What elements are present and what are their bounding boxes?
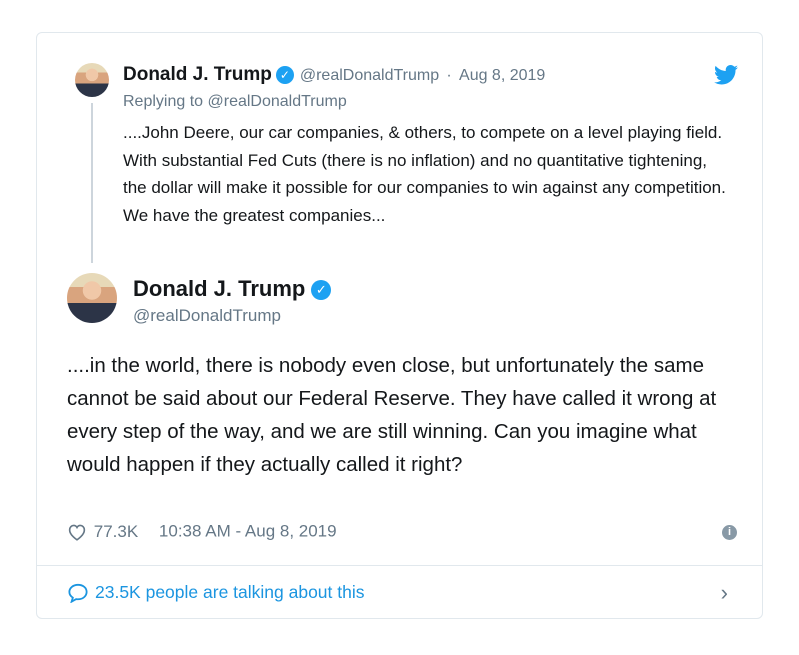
conversation-link[interactable]: 23.5K people are talking about this › [37, 566, 762, 619]
heart-icon[interactable] [67, 523, 87, 541]
verified-badge-icon: ✓ [311, 280, 332, 301]
speech-bubble-icon [68, 583, 88, 603]
talking-count[interactable]: 23.5K people are talking about this [95, 582, 365, 603]
tweet-text: ....in the world, there is nobody even c… [67, 354, 717, 476]
header-separator: · [446, 67, 452, 84]
tweet-meta: 77.3K 10:38 AM - Aug 8, 2019 i [67, 521, 737, 545]
quoted-author-name[interactable]: Donald J. Trump [123, 64, 272, 85]
tweet-timestamp[interactable]: 10:38 AM - Aug 8, 2019 [159, 522, 337, 541]
verified-badge-icon: ✓ [275, 65, 294, 84]
author-avatar[interactable] [67, 273, 117, 323]
tweet-embed-card: Donald J. Trump ✓ @realDonaldTrump · Aug 8… [36, 32, 763, 619]
author-handle[interactable]: @realDonaldTrump [133, 306, 281, 326]
quoted-date[interactable]: Aug 8, 2019 [459, 67, 545, 84]
quoted-handle[interactable]: @realDonaldTrump [300, 67, 439, 84]
chevron-right-icon[interactable]: › [721, 580, 728, 606]
info-icon[interactable]: i [722, 525, 737, 540]
quoted-tweet-text: ....John Deere, our car companies, & oth… [123, 123, 726, 225]
quoted-avatar[interactable] [75, 63, 109, 97]
twitter-bird-icon[interactable] [714, 65, 738, 85]
author-header: Donald J. Trump ✓ [133, 276, 332, 302]
author-name[interactable]: Donald J. Trump [133, 276, 305, 301]
thread-line [91, 103, 93, 263]
replying-to[interactable]: Replying to @realDonaldTrump [123, 93, 347, 111]
quoted-header: Donald J. Trump ✓ @realDonaldTrump · Aug 8… [123, 64, 545, 86]
like-count[interactable]: 77.3K [94, 522, 138, 541]
